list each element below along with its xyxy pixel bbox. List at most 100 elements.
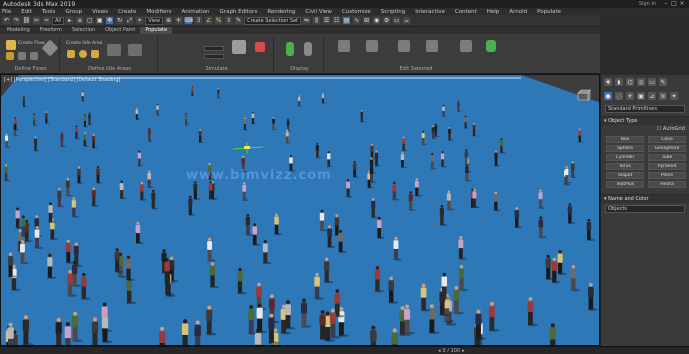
plane-button[interactable]: Plane <box>648 172 686 179</box>
menu-item-interactive[interactable]: Interactive <box>415 9 445 15</box>
ribbon-tab-object-paint[interactable]: Object Paint <box>100 27 140 34</box>
textplus-button[interactable]: TextPlus <box>606 181 644 188</box>
modify-tab-icon[interactable]: ◗ <box>615 78 623 86</box>
next-frame-icon[interactable]: ▸ <box>462 348 465 354</box>
viewport-scene[interactable] <box>1 75 600 346</box>
rendered-frame-window-icon[interactable]: ▭ <box>392 16 402 25</box>
menu-item-rendering[interactable]: Rendering <box>267 9 295 15</box>
tube-button[interactable]: Tube <box>648 154 686 161</box>
helpers-icon[interactable]: ⊿ <box>648 92 656 100</box>
material-editor-icon[interactable]: ◉ <box>372 16 382 25</box>
pivot-center-icon[interactable]: ⊕ <box>164 16 174 25</box>
cone-button[interactable]: Cone <box>648 136 686 143</box>
render-setup-icon[interactable]: ⚙ <box>382 16 392 25</box>
box-button[interactable]: Box <box>606 136 644 143</box>
idle-area-edit-icon[interactable] <box>128 44 142 56</box>
menu-item-modifiers[interactable]: Modifiers <box>146 9 171 15</box>
render-production-icon[interactable]: ☕ <box>402 16 412 25</box>
snaps-toggle-icon[interactable]: 3 <box>194 16 204 25</box>
maximize-icon[interactable]: □ <box>670 1 678 7</box>
reference-coordinate-dropdown[interactable]: View <box>145 16 164 25</box>
create-tab-icon[interactable]: ✚ <box>604 78 612 86</box>
frame-counter[interactable]: 0 / 100 <box>443 348 461 354</box>
align-icon[interactable]: ⫼ <box>312 16 322 25</box>
viewcube-icon[interactable] <box>575 89 591 103</box>
named-selection-set-dropdown[interactable]: Create Selection Set <box>244 16 302 25</box>
menu-item-help[interactable]: Help <box>487 9 500 15</box>
autogrid-checkbox[interactable]: ☐ AutoGrid <box>601 125 689 133</box>
hierarchy-tab-icon[interactable]: ⌬ <box>626 78 634 86</box>
menu-item-animation[interactable]: Animation <box>182 9 210 15</box>
menu-item-populate[interactable]: Populate <box>537 9 561 15</box>
prev-frame-icon[interactable]: ◂ <box>438 348 441 354</box>
display-people-icon[interactable] <box>286 42 294 56</box>
toggle-scene-explorer-icon[interactable]: ☰ <box>322 16 332 25</box>
delete-icon[interactable] <box>426 40 438 52</box>
menu-item-content[interactable]: Content <box>455 9 477 15</box>
redo-icon[interactable]: ↷ <box>12 16 21 25</box>
swap-icon[interactable] <box>398 40 410 52</box>
ribbon-tab-selection[interactable]: Selection <box>67 27 100 34</box>
display-options-icon[interactable] <box>304 42 312 56</box>
toggle-layer-explorer-icon[interactable]: ☷ <box>332 16 342 25</box>
pyramid-button[interactable]: Pyramid <box>648 163 686 170</box>
manipulate-icon[interactable]: ✛ <box>174 16 184 25</box>
menu-item-scripting[interactable]: Scripting <box>381 9 405 15</box>
select-object-icon[interactable]: ▸ <box>65 16 75 25</box>
display-tab-icon[interactable]: ▭ <box>648 78 656 86</box>
idle-area-freeform-icon[interactable] <box>91 50 99 58</box>
select-and-rotate-icon[interactable]: ↻ <box>115 16 125 25</box>
select-by-name-icon[interactable]: ≡ <box>75 16 85 25</box>
unlink-icon[interactable]: ✂ <box>32 16 41 25</box>
percent-snap-icon[interactable]: % <box>214 16 224 25</box>
ribbon-tab-modeling[interactable]: Modeling <box>2 27 35 34</box>
cylinder-button[interactable]: Cylinder <box>606 154 644 161</box>
menu-item-create[interactable]: Create <box>118 9 136 15</box>
object-name-field[interactable]: Objects <box>605 205 685 213</box>
simulate-icon[interactable] <box>232 40 246 54</box>
flow-options-icon[interactable] <box>18 52 26 60</box>
regenerate-icon[interactable] <box>338 40 350 52</box>
idle-area-paint-icon[interactable] <box>107 44 121 56</box>
select-and-scale-icon[interactable]: ⤢ <box>125 16 135 25</box>
link-icon[interactable]: ⛓ <box>22 16 31 25</box>
mirror-icon[interactable]: ⇋ <box>302 16 312 25</box>
shapes-icon[interactable]: ◌ <box>615 92 623 100</box>
menu-item-group[interactable]: Group <box>65 9 82 15</box>
edit-named-selection-icon[interactable]: ✎ <box>234 16 244 25</box>
randomize-icon[interactable] <box>366 40 378 52</box>
spinner-snap-icon[interactable]: ⇕ <box>224 16 234 25</box>
select-and-place-icon[interactable]: ⌖ <box>135 16 145 25</box>
perspective-viewport[interactable]: [+] [Perspective] [Standard] [Default Sh… <box>0 74 600 346</box>
schematic-view-icon[interactable]: ⊞ <box>362 16 372 25</box>
idle-area-rect-icon[interactable] <box>67 50 75 58</box>
minimize-icon[interactable]: – <box>662 1 670 7</box>
simulate-length-field[interactable] <box>204 54 224 59</box>
generate-icon[interactable] <box>486 40 496 52</box>
standard-primitives-dropdown[interactable]: Standard Primitives <box>605 105 685 113</box>
menu-item-civil-view[interactable]: Civil View <box>305 9 331 15</box>
curve-editor-icon[interactable]: ∿ <box>352 16 362 25</box>
hedra-button[interactable]: Hedra <box>648 181 686 188</box>
flow-edit-icon[interactable] <box>30 52 38 60</box>
menu-item-arnold[interactable]: Arnold <box>509 9 527 15</box>
keyboard-shortcut-icon[interactable]: ⌨ <box>184 16 194 25</box>
menu-item-graph-editors[interactable]: Graph Editors <box>220 9 258 15</box>
ribbon-tab-populate[interactable]: Populate <box>140 27 173 34</box>
name-and-color-rollout[interactable]: ▾ Name and Color <box>601 194 689 203</box>
space-warps-icon[interactable]: ≋ <box>659 92 667 100</box>
menu-item-edit[interactable]: Edit <box>21 9 32 15</box>
window-crossing-icon[interactable]: ▣ <box>95 16 105 25</box>
flow-preview-icon[interactable] <box>6 52 14 60</box>
create-flow-icon[interactable] <box>6 40 16 50</box>
selection-filter-dropdown[interactable]: All <box>52 16 65 25</box>
object-type-rollout[interactable]: ▾ Object Type <box>601 116 689 125</box>
systems-icon[interactable]: ✦ <box>670 92 678 100</box>
select-and-move-icon[interactable]: ✥ <box>105 16 115 25</box>
sphere-button[interactable]: Sphere <box>606 145 644 152</box>
sign-in-label[interactable]: Sign In <box>639 1 656 7</box>
bind-space-warp-icon[interactable]: ≈ <box>42 16 51 25</box>
menu-item-views[interactable]: Views <box>92 9 108 15</box>
angle-snap-icon[interactable]: ∠ <box>204 16 214 25</box>
lights-icon[interactable]: ☀ <box>626 92 634 100</box>
